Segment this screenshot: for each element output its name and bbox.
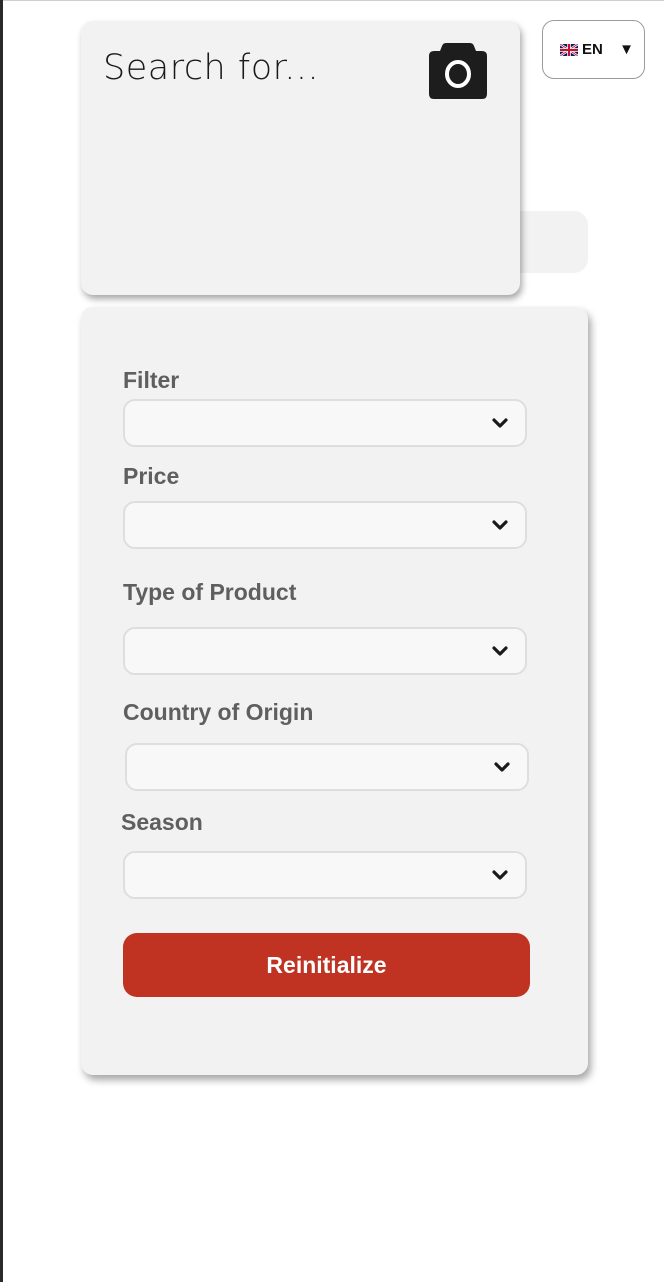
- season-label: Season: [121, 809, 203, 835]
- price-label: Price: [123, 463, 180, 489]
- product-type-select[interactable]: [123, 627, 527, 675]
- left-border: [0, 0, 3, 1282]
- uk-flag-icon: [560, 43, 578, 56]
- filter-label: Filter: [123, 367, 180, 393]
- price-select[interactable]: [123, 501, 527, 549]
- product-type-label: Type of Product: [123, 579, 297, 605]
- triangle-down-icon: ▼: [619, 41, 634, 58]
- chevron-down-icon: [494, 762, 510, 772]
- language-code: EN: [582, 41, 603, 58]
- season-select[interactable]: [123, 851, 527, 899]
- chevron-down-icon: [492, 520, 508, 530]
- search-panel: Search for...: [81, 21, 520, 295]
- reinitialize-button[interactable]: Reinitialize: [123, 933, 530, 997]
- filter-panel: Filter Price Type of Product Country of …: [81, 307, 588, 1075]
- top-border: [0, 0, 664, 1]
- chevron-down-icon: [492, 418, 508, 428]
- camera-button[interactable]: [427, 40, 489, 100]
- chevron-down-icon: [492, 870, 508, 880]
- search-input[interactable]: Search for...: [103, 48, 319, 88]
- chevron-down-icon: [492, 646, 508, 656]
- camera-icon: [429, 43, 487, 99]
- filter-select[interactable]: [123, 399, 527, 447]
- language-selector[interactable]: EN ▼: [542, 20, 645, 79]
- country-of-origin-label: Country of Origin: [123, 699, 314, 725]
- country-of-origin-select[interactable]: [125, 743, 529, 791]
